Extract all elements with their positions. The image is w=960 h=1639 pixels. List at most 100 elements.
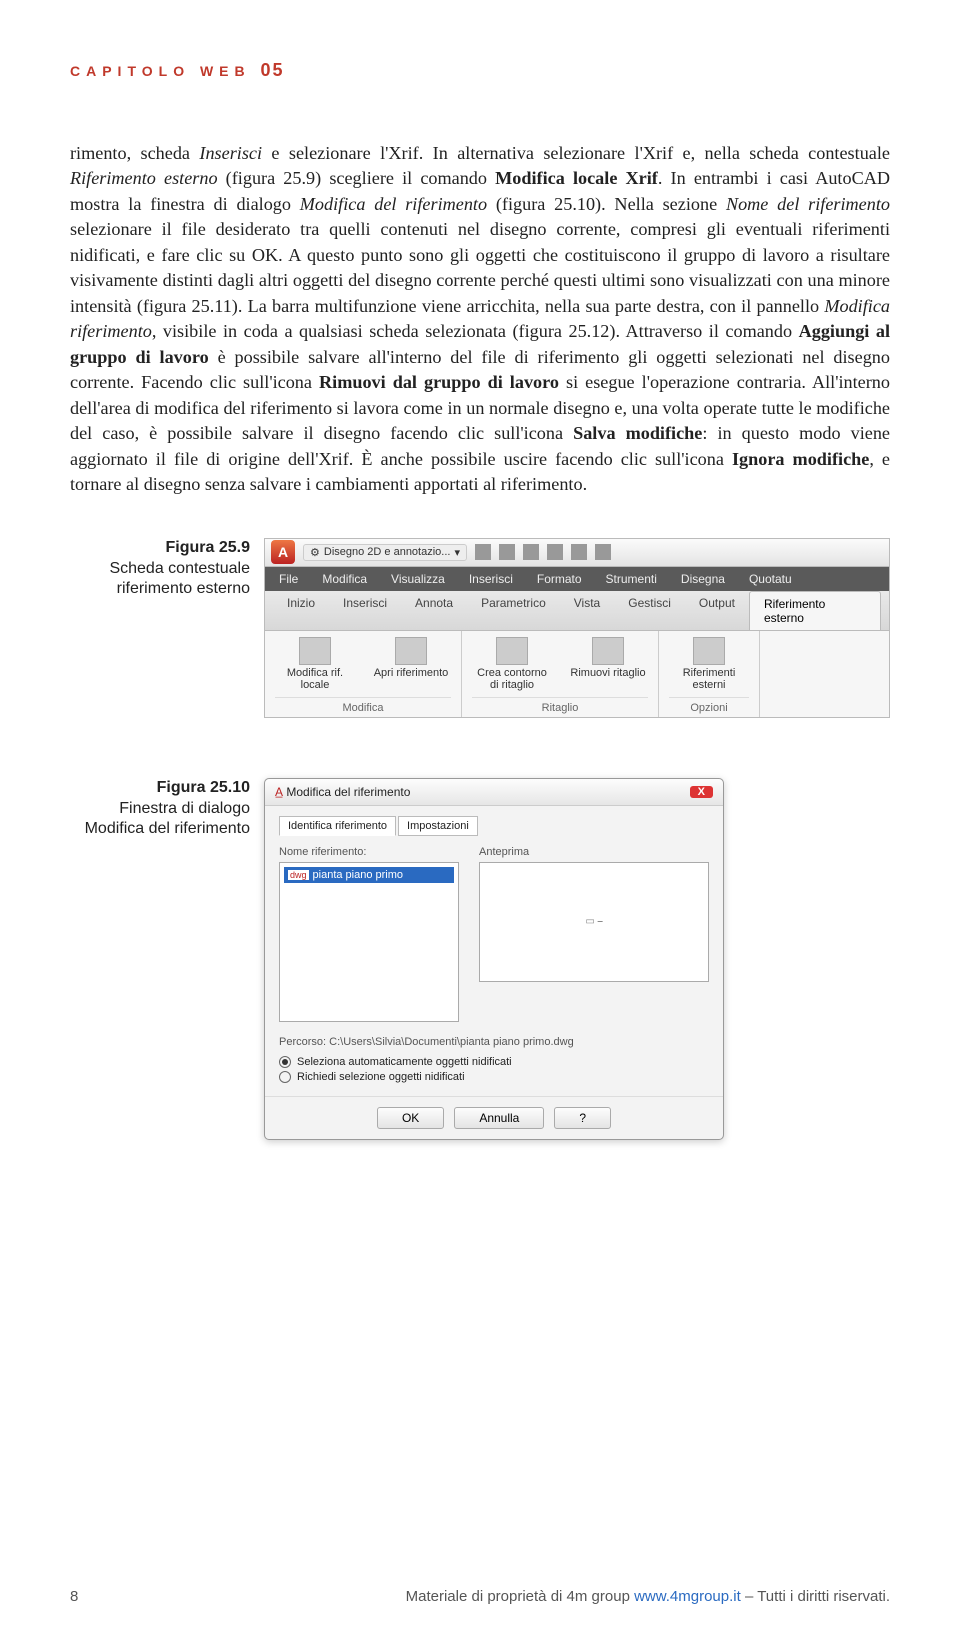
menu-item[interactable]: Visualizza: [391, 572, 445, 586]
ribbon-button-icon: [693, 637, 725, 665]
ribbon-tab[interactable]: Annota: [401, 591, 467, 630]
save-icon[interactable]: [523, 544, 539, 560]
ribbon-button[interactable]: Modifica rif. locale: [275, 637, 355, 691]
footer-pre: Materiale di proprietà di 4m group: [406, 1588, 634, 1605]
radio-prompt[interactable]: Richiedi selezione oggetti nidificati: [279, 1071, 709, 1083]
menu-item[interactable]: Modifica: [322, 572, 367, 586]
radio-auto-label: Seleziona automaticamente oggetti nidifi…: [297, 1056, 512, 1068]
radio-prompt-label: Richiedi selezione oggetti nidificati: [297, 1071, 465, 1083]
ribbon-panels: Modifica rif. locale Apri riferimento Modi…: [265, 631, 889, 717]
ribbon-tab[interactable]: Inserisci: [329, 591, 401, 630]
ribbon-panel: Modifica rif. locale Apri riferimento Modi…: [265, 631, 462, 717]
menu-item[interactable]: Disegna: [681, 572, 725, 586]
ribbon-screenshot: A ⚙ Disegno 2D e annotazio... ▾ File Modi…: [264, 538, 890, 718]
ribbon-button[interactable]: Apri riferimento: [371, 637, 451, 679]
ribbon-button-label: Apri riferimento: [374, 667, 449, 679]
ribbon-tab[interactable]: Output: [685, 591, 749, 630]
workspace-switcher[interactable]: ⚙ Disegno 2D e annotazio... ▾: [303, 544, 467, 561]
figure-10-caption: Figura 25.10 Finestra di dialogo Modific…: [70, 778, 250, 840]
menu-item[interactable]: Formato: [537, 572, 582, 586]
ribbon-button-icon: [496, 637, 528, 665]
label-ref-name: Nome riferimento:: [279, 846, 459, 858]
page-footer: 8 Materiale di proprietà di 4m group www…: [70, 1588, 890, 1605]
preview-pane: ▭ ⎯: [479, 862, 709, 982]
help-button[interactable]: ?: [554, 1107, 611, 1129]
print-icon[interactable]: [595, 544, 611, 560]
ribbon-button-icon: [299, 637, 331, 665]
ribbon-tab[interactable]: Riferimento esterno: [749, 591, 881, 630]
figure-9-row: Figura 25.9 Scheda contestuale riferimen…: [70, 538, 890, 718]
dialog-body: Identifica riferimento Impostazioni Nome…: [265, 806, 723, 1096]
label-preview: Anteprima: [479, 846, 709, 858]
undo-icon[interactable]: [547, 544, 563, 560]
chevron-down-icon: ▾: [454, 546, 460, 559]
menu-bar: File Modifica Visualizza Inserisci Formato St…: [265, 567, 889, 591]
ribbon-panel: Crea contorno di ritaglio Rimuovi ritagli…: [462, 631, 659, 717]
ok-button[interactable]: OK: [377, 1107, 444, 1129]
tab-settings[interactable]: Impostazioni: [398, 816, 478, 836]
ribbon-button-icon: [395, 637, 427, 665]
ribbon-tab[interactable]: Gestisci: [614, 591, 685, 630]
dwg-icon: dwg: [288, 870, 309, 880]
menu-item[interactable]: Quotatu: [749, 572, 792, 586]
menu-item[interactable]: Strumenti: [606, 572, 657, 586]
ribbon-button[interactable]: Rimuovi ritaglio: [568, 637, 648, 679]
list-item-selected[interactable]: dwg pianta piano primo: [284, 867, 454, 883]
dialog-titlebar: A̲ Modifica del riferimento X: [265, 779, 723, 806]
new-icon[interactable]: [475, 544, 491, 560]
panel-title: Modifica: [275, 697, 451, 714]
ribbon-tab[interactable]: Inizio: [273, 591, 329, 630]
open-icon[interactable]: [499, 544, 515, 560]
figure-9-title: Figura 25.9: [166, 539, 250, 556]
footer-post: – Tutti i diritti riservati.: [741, 1588, 890, 1605]
close-button[interactable]: X: [690, 786, 713, 798]
ribbon-tab[interactable]: Vista: [560, 591, 614, 630]
gear-icon: ⚙: [310, 546, 320, 559]
reference-listbox[interactable]: dwg pianta piano primo: [279, 862, 459, 1022]
ribbon-tabs: InizioInserisciAnnotaParametricoVistaGes…: [265, 591, 889, 631]
radio-icon-off: [279, 1071, 291, 1083]
autocad-icon: A̲: [275, 785, 283, 799]
figure-10-title: Figura 25.10: [157, 779, 250, 796]
chapter-label: CAPITOLO WEB: [70, 63, 251, 79]
ribbon-button-label: Crea contorno di ritaglio: [472, 667, 552, 691]
ribbon-button-label: Rimuovi ritaglio: [570, 667, 645, 679]
ribbon-button-label: Modifica rif. locale: [275, 667, 355, 691]
cancel-button[interactable]: Annulla: [454, 1107, 544, 1129]
radio-group: Seleziona automaticamente oggetti nidifi…: [279, 1056, 709, 1083]
ribbon-button[interactable]: Crea contorno di ritaglio: [472, 637, 552, 691]
radio-icon-on: [279, 1056, 291, 1068]
menu-item[interactable]: Inserisci: [469, 572, 513, 586]
path-label: Percorso:: [279, 1036, 326, 1048]
chapter-header: CAPITOLO WEB 05: [70, 60, 890, 81]
figure-9-desc: Scheda contestuale riferimento esterno: [109, 560, 250, 598]
figure-9-caption: Figura 25.9 Scheda contestuale riferimen…: [70, 538, 250, 600]
list-item-label: pianta piano primo: [313, 869, 404, 881]
ribbon-panel: Riferimenti esterni Opzioni: [659, 631, 760, 717]
workspace-label: Disegno 2D e annotazio...: [324, 546, 451, 558]
app-menu-button[interactable]: A: [271, 540, 295, 564]
menu-item[interactable]: File: [279, 572, 298, 586]
chapter-number: 05: [261, 60, 285, 80]
figure-10-desc: Finestra di dialogo Modifica del riferim…: [85, 800, 250, 838]
path-row: Percorso: C:\Users\Silvia\Documenti\pian…: [279, 1036, 709, 1048]
dialog-title-text: Modifica del riferimento: [286, 785, 410, 799]
redo-icon[interactable]: [571, 544, 587, 560]
preview-thumb: ▭ ⎯: [585, 916, 602, 927]
dialog-modify-reference: A̲ Modifica del riferimento X Identifica…: [264, 778, 724, 1140]
tab-identify[interactable]: Identifica riferimento: [279, 816, 396, 836]
quick-access-toolbar: A ⚙ Disegno 2D e annotazio... ▾: [265, 539, 889, 567]
footer-link[interactable]: www.4mgroup.it: [634, 1588, 741, 1605]
body-paragraph: rimento, scheda Inserisci e selezionare …: [70, 141, 890, 498]
panel-title: Opzioni: [669, 697, 749, 714]
ribbon-button-label: Riferimenti esterni: [669, 667, 749, 691]
ribbon-tab[interactable]: Parametrico: [467, 591, 560, 630]
page-number: 8: [70, 1588, 78, 1605]
ribbon-button[interactable]: Riferimenti esterni: [669, 637, 749, 691]
panel-title: Ritaglio: [472, 697, 648, 714]
path-value: C:\Users\Silvia\Documenti\pianta piano p…: [329, 1036, 574, 1048]
figure-10-row: Figura 25.10 Finestra di dialogo Modific…: [70, 778, 890, 1140]
radio-auto[interactable]: Seleziona automaticamente oggetti nidifi…: [279, 1056, 709, 1068]
footer-text: Materiale di proprietà di 4m group www.4…: [406, 1588, 890, 1605]
dialog-tabs: Identifica riferimento Impostazioni: [279, 816, 709, 836]
